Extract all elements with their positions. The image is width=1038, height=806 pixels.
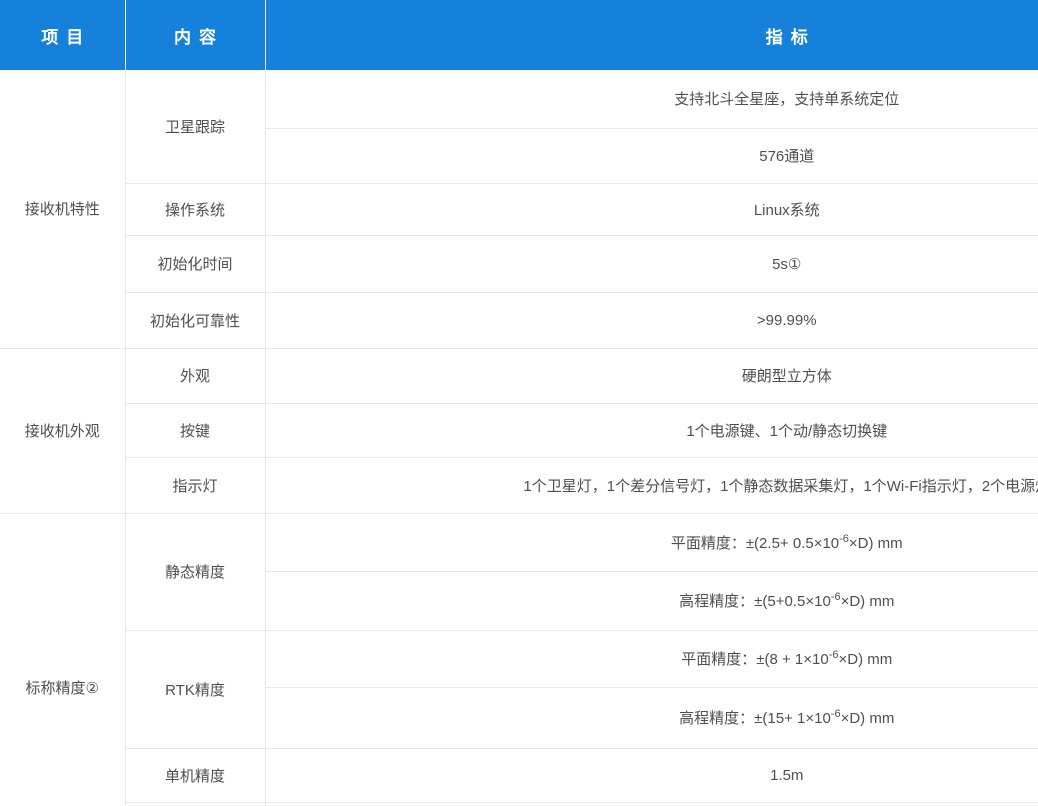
spec-value-cell: 1.5m — [265, 748, 1038, 802]
spec-text: ×D) mm — [838, 651, 892, 668]
spec-value-cell: 高程精度：±(15+ 1×10-6×D) mm — [265, 687, 1038, 748]
spec-superscript: -6 — [839, 533, 849, 545]
spec-superscript: -6 — [831, 708, 841, 720]
spec-value-cell: 1个电源键、1个动/静态切换键 — [265, 403, 1038, 457]
content-label-cell — [125, 802, 265, 806]
table-row: RTK精度 平面精度：±(8 + 1×10-6×D) mm — [0, 630, 1038, 687]
content-label-buttons: 按键 — [125, 403, 265, 457]
spec-text: 平面精度：±(8 + 1×10 — [681, 651, 828, 668]
content-label-static-accuracy: 静态精度 — [125, 513, 265, 630]
table-row: 接收机外观 外观 硬朗型立方体 — [0, 348, 1038, 403]
content-label-rtk-accuracy: RTK精度 — [125, 630, 265, 748]
spec-value-cell: 平面精度：±(8 + 1×10-6×D) mm — [265, 630, 1038, 687]
spec-text: ×D) mm — [841, 710, 895, 727]
content-label-init-reliability: 初始化可靠性 — [125, 292, 265, 348]
spec-value-cell: Linux系统 — [265, 183, 1038, 235]
spec-value-cell: 576通道 — [265, 128, 1038, 183]
column-header-item: 项目 — [0, 0, 125, 70]
section-cell-nominal-accuracy: 标称精度② — [0, 513, 125, 806]
content-label-standalone-accuracy: 单机精度 — [125, 748, 265, 802]
column-header-spec: 指标 — [265, 0, 1038, 70]
spec-text: 平面精度：±(2.5+ 0.5×10 — [671, 535, 839, 552]
content-label-satellite-tracking: 卫星跟踪 — [125, 70, 265, 183]
section-cell-receiver-appearance: 接收机外观 — [0, 348, 125, 513]
spec-value-cell: 高程精度：±(5+0.5×10-6×D) mm — [265, 571, 1038, 630]
spec-value-cell: 硬朗型立方体 — [265, 348, 1038, 403]
table-row — [0, 802, 1038, 806]
spec-table: 项目 内容 指标 接收机特性 卫星跟踪 支持北斗全星座，支持单系统定位 576通… — [0, 0, 1038, 806]
table-row: 指示灯 1个卫星灯，1个差分信号灯，1个静态数据采集灯，1个Wi-Fi指示灯，2… — [0, 457, 1038, 513]
spec-text: 高程精度：±(15+ 1×10 — [679, 710, 831, 727]
table-row: 按键 1个电源键、1个动/静态切换键 — [0, 403, 1038, 457]
spec-superscript: -6 — [831, 591, 841, 603]
table-row: 标称精度② 静态精度 平面精度：±(2.5+ 0.5×10-6×D) mm — [0, 513, 1038, 571]
header-row: 项目 内容 指标 — [0, 0, 1038, 70]
content-label-appearance: 外观 — [125, 348, 265, 403]
spec-table-viewport: 项目 内容 指标 接收机特性 卫星跟踪 支持北斗全星座，支持单系统定位 576通… — [0, 0, 1038, 806]
content-label-indicator-lights: 指示灯 — [125, 457, 265, 513]
spec-text: ×D) mm — [849, 535, 903, 552]
table-row: 接收机特性 卫星跟踪 支持北斗全星座，支持单系统定位 — [0, 70, 1038, 128]
table-row: 初始化时间 5s① — [0, 235, 1038, 292]
spec-value-cell: 1个卫星灯，1个差分信号灯，1个静态数据采集灯，1个Wi-Fi指示灯，2个电源灯 — [265, 457, 1038, 513]
table-row: 单机精度 1.5m — [0, 748, 1038, 802]
table-row: 初始化可靠性 >99.99% — [0, 292, 1038, 348]
spec-value-cell: >99.99% — [265, 292, 1038, 348]
section-cell-receiver-features: 接收机特性 — [0, 70, 125, 348]
spec-value-cell: 平面精度：±(2.5+ 0.5×10-6×D) mm — [265, 513, 1038, 571]
spec-value-cell: 5s① — [265, 235, 1038, 292]
content-label-operating-system: 操作系统 — [125, 183, 265, 235]
spec-text: 高程精度：±(5+0.5×10 — [679, 593, 831, 610]
column-header-content: 内容 — [125, 0, 265, 70]
table-row: 操作系统 Linux系统 — [0, 183, 1038, 235]
content-label-init-time: 初始化时间 — [125, 235, 265, 292]
spec-value-cell — [265, 802, 1038, 806]
spec-value-cell: 支持北斗全星座，支持单系统定位 — [265, 70, 1038, 128]
spec-text: ×D) mm — [841, 593, 895, 610]
